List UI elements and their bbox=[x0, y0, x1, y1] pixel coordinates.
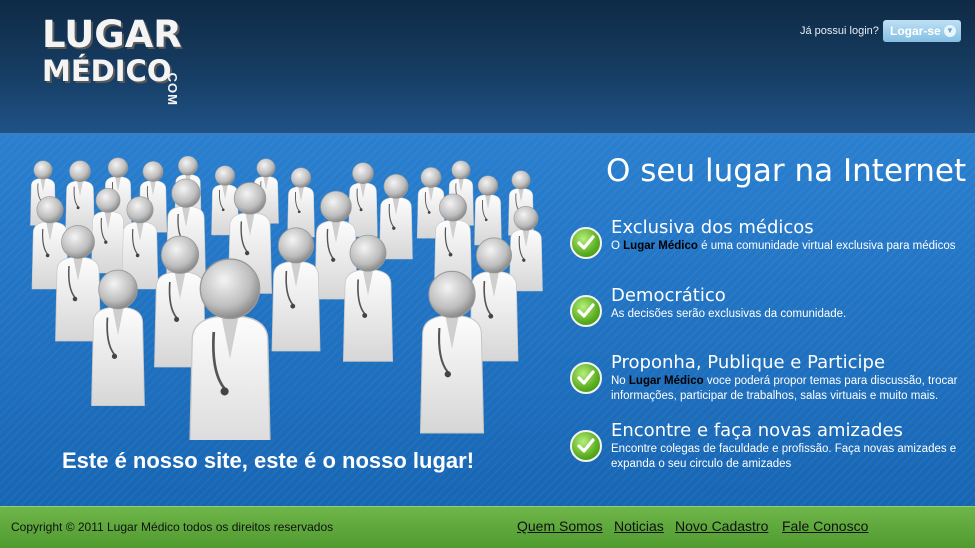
feature-title: Proponha, Publique e Participe bbox=[611, 352, 886, 373]
tagline: Este é nosso site, este é o nosso lugar! bbox=[62, 448, 475, 473]
feature-title: Exclusiva dos médicos bbox=[611, 217, 814, 238]
site-header: LUGAR MÉDICO .COM Já possui login? Logar… bbox=[0, 0, 975, 135]
login-button-label: Logar-se bbox=[890, 24, 941, 38]
feature-description: Encontre colegas de faculdade e profissã… bbox=[611, 443, 957, 470]
footer-link-noticias[interactable]: Noticias bbox=[614, 518, 664, 534]
copyright-text: Copyright © 2011 Lugar Médico todos os d… bbox=[11, 520, 334, 534]
check-circle-icon bbox=[570, 227, 602, 259]
footer-link-novo-cadastro[interactable]: Novo Cadastro bbox=[675, 518, 768, 534]
check-circle-icon bbox=[570, 430, 602, 462]
site-footer: Copyright © 2011 Lugar Médico todos os d… bbox=[0, 506, 975, 548]
hero-headline: O seu lugar na Internet bbox=[606, 153, 967, 189]
login-button[interactable]: Logar-se ▼ bbox=[883, 20, 961, 42]
logo-text-lugar: LUGAR bbox=[42, 13, 182, 56]
site-logo[interactable]: LUGAR MÉDICO .COM bbox=[42, 13, 182, 106]
footer-link-fale-conosco[interactable]: Fale Conosco bbox=[782, 518, 868, 534]
feature-description: O Lugar Médico é uma comunidade virtual … bbox=[611, 240, 956, 252]
check-circle-icon bbox=[570, 295, 602, 327]
feature-item-friends: Encontre e faça novas amizades Encontre … bbox=[570, 420, 970, 480]
feature-title: Democrático bbox=[611, 285, 726, 306]
logo-text-com: .COM bbox=[165, 68, 180, 106]
hero-section: Este é nosso site, este é o nosso lugar!… bbox=[0, 135, 975, 506]
logo-text-medico: MÉDICO bbox=[42, 54, 172, 88]
check-circle-icon bbox=[570, 362, 602, 394]
feature-description: As decisões serão exclusivas da comunida… bbox=[611, 308, 847, 320]
footer-link-quem-somos[interactable]: Quem Somos bbox=[517, 518, 603, 534]
feature-title: Encontre e faça novas amizades bbox=[611, 420, 903, 441]
feature-item-participate: Proponha, Publique e Participe No Lugar … bbox=[570, 352, 970, 427]
doctors-crowd-illustration bbox=[29, 155, 544, 440]
feature-item-democratic: Democrático As decisões serão exclusivas… bbox=[570, 285, 970, 345]
chevron-down-icon: ▼ bbox=[944, 25, 956, 37]
feature-item-exclusive: Exclusiva dos médicos O Lugar Médico é u… bbox=[570, 217, 970, 277]
login-question-text: Já possui login? bbox=[800, 25, 879, 37]
feature-description: No Lugar Médico voce poderá propor temas… bbox=[611, 375, 958, 402]
